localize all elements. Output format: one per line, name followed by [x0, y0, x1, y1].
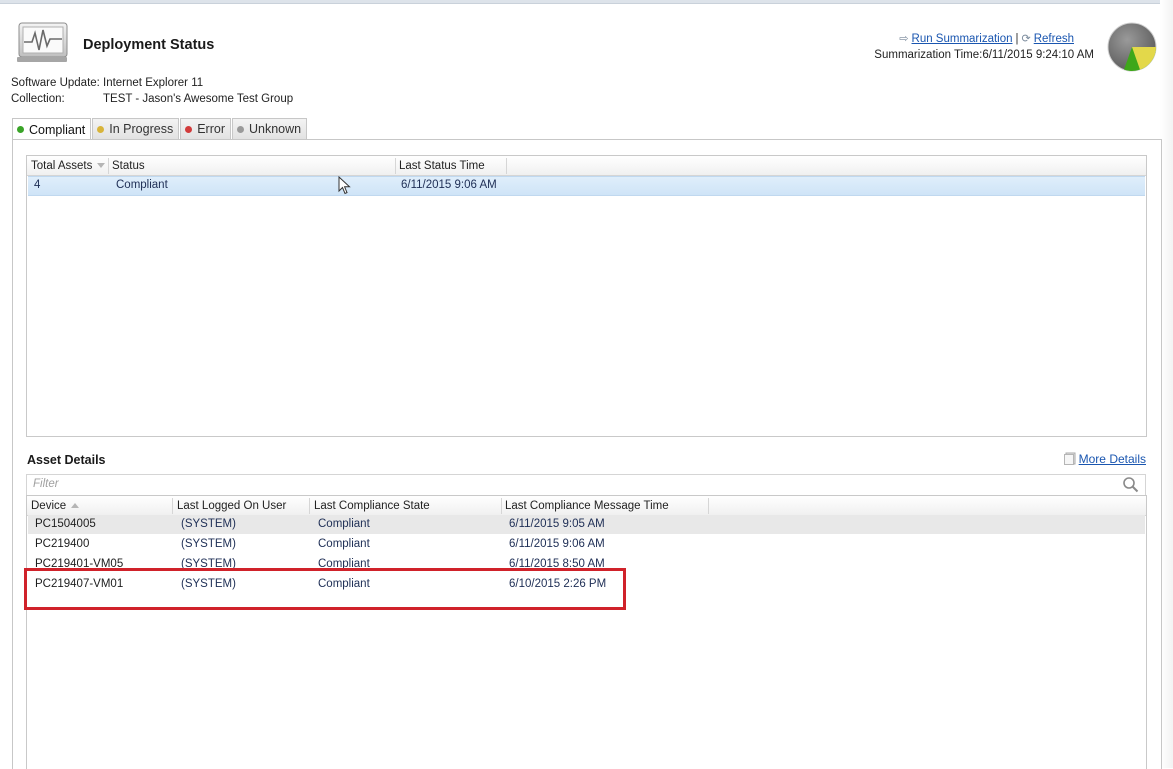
- column-separator[interactable]: [506, 158, 507, 174]
- column-header-last-logged-on-user[interactable]: Last Logged On User: [177, 496, 286, 516]
- asset-details-title: Asset Details: [27, 453, 106, 467]
- device-cell: PC219400: [35, 538, 90, 550]
- collection-label: Collection:: [11, 93, 65, 105]
- filter-input[interactable]: [27, 475, 1113, 493]
- summary-grid: Total Assets Status Last Status Time 4 C…: [26, 155, 1147, 437]
- user-cell: (SYSTEM): [181, 558, 236, 568]
- mouse-cursor-icon: [338, 176, 351, 195]
- search-icon[interactable]: [1122, 476, 1140, 494]
- device-cell: PC1504005: [35, 518, 96, 530]
- sort-ascending-icon: [71, 503, 80, 509]
- column-separator[interactable]: [501, 498, 502, 514]
- column-separator[interactable]: [309, 498, 310, 514]
- summarization-time-label: Summarization Time:: [874, 49, 983, 61]
- tab-in-progress[interactable]: In Progress: [92, 118, 180, 139]
- tab-error[interactable]: Error: [180, 118, 231, 139]
- summarization-time: Summarization Time:6/11/2015 9:24:10 AM: [874, 49, 1094, 61]
- action-separator: |: [1015, 33, 1019, 45]
- sort-descending-icon: [97, 163, 106, 169]
- column-separator[interactable]: [172, 498, 173, 514]
- run-summarization-icon: ⇨: [899, 33, 909, 45]
- last-status-time-cell: 6/11/2015 9:06 AM: [401, 179, 497, 191]
- filter-box: [26, 474, 1146, 496]
- heartbeat-monitor-icon: [17, 22, 68, 62]
- user-cell: (SYSTEM): [181, 518, 236, 530]
- summarization-time-value: 6/11/2015 9:24:10 AM: [982, 49, 1094, 61]
- summary-grid-header: [27, 156, 1146, 176]
- column-header-total-assets[interactable]: Total Assets: [31, 156, 106, 176]
- table-row[interactable]: PC219401-VM05 (SYSTEM) Compliant 6/11/20…: [28, 555, 1145, 568]
- user-cell: (SYSTEM): [181, 538, 236, 550]
- status-cell: Compliant: [116, 179, 168, 191]
- header-actions: ⇨ Run Summarization | ⟳ Refresh: [899, 32, 1074, 45]
- time-cell: 6/11/2015 9:05 AM: [509, 518, 605, 530]
- yellow-status-dot-icon: [97, 125, 105, 133]
- column-header-last-compliance-state[interactable]: Last Compliance State: [314, 496, 430, 516]
- table-row[interactable]: PC219400 (SYSTEM) Compliant 6/11/2015 9:…: [28, 535, 1145, 554]
- tab-compliant[interactable]: Compliant: [12, 118, 92, 140]
- green-status-dot-icon: [17, 126, 24, 133]
- total-assets-cell: 4: [34, 179, 41, 191]
- state-cell: Compliant: [318, 538, 370, 550]
- time-cell: 6/11/2015 9:06 AM: [509, 538, 605, 550]
- refresh-icon: ⟳: [1021, 33, 1031, 45]
- tab-unknown[interactable]: Unknown: [231, 118, 308, 139]
- time-cell: 6/11/2015 8:50 AM: [509, 558, 605, 568]
- status-tabs: Compliant In Progress Error Unknown: [12, 118, 308, 140]
- tab-unknown-label: Unknown: [248, 122, 302, 136]
- column-separator[interactable]: [108, 158, 109, 174]
- gray-status-dot-icon: [236, 125, 244, 133]
- page-title: Deployment Status: [83, 37, 215, 53]
- state-cell: Compliant: [318, 558, 370, 568]
- tab-compliant-label: Compliant: [29, 122, 86, 137]
- state-cell: Compliant: [318, 518, 370, 530]
- software-update-label: Software Update:: [11, 77, 100, 89]
- software-update-value: Internet Explorer 11: [103, 77, 204, 89]
- table-row[interactable]: PC1504005 (SYSTEM) Compliant 6/11/2015 9…: [28, 515, 1145, 534]
- refresh-link[interactable]: Refresh: [1034, 33, 1074, 45]
- column-separator[interactable]: [395, 158, 396, 174]
- column-header-device[interactable]: Device: [31, 496, 80, 516]
- column-header-status[interactable]: Status: [112, 156, 145, 176]
- column-separator[interactable]: [708, 498, 709, 514]
- column-header-last-status-time[interactable]: Last Status Time: [399, 156, 485, 176]
- window-top-border: [0, 0, 1173, 4]
- highlight-annotation-box: [24, 568, 626, 610]
- collection-value: TEST - Jason's Awesome Test Group: [103, 93, 294, 105]
- more-details-link[interactable]: More Details: [1079, 452, 1146, 466]
- compliance-pie-chart-icon: [1107, 22, 1157, 72]
- run-summarization-link[interactable]: Run Summarization: [912, 33, 1013, 45]
- tab-error-label: Error: [197, 122, 225, 136]
- tab-in-progress-label: In Progress: [109, 122, 174, 136]
- document-icon: [1063, 452, 1076, 465]
- red-status-dot-icon: [185, 125, 193, 133]
- device-cell: PC219401-VM05: [35, 558, 124, 568]
- asset-details-grid: Device Last Logged On User Last Complian…: [26, 495, 1147, 769]
- column-header-last-compliance-message-time[interactable]: Last Compliance Message Time: [505, 496, 669, 516]
- more-details: More Details: [1063, 452, 1146, 466]
- table-row[interactable]: 4 Compliant 6/11/2015 9:06 AM: [28, 176, 1145, 196]
